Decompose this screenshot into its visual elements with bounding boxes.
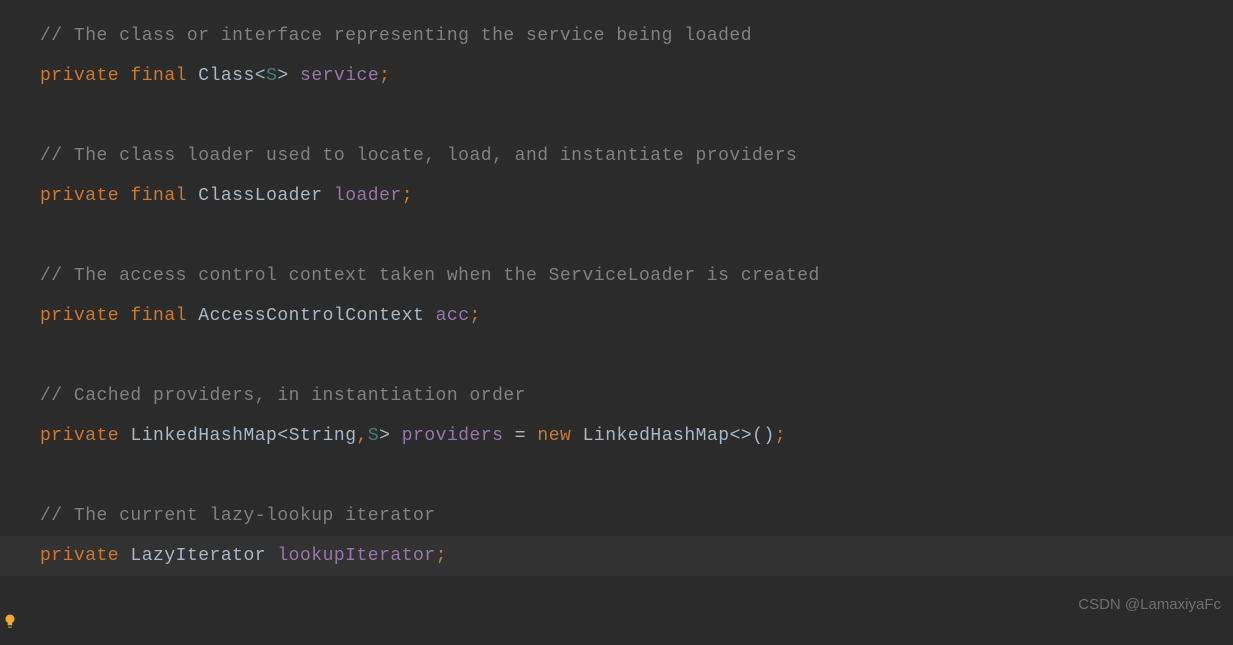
code-token: service	[300, 66, 379, 86]
code-token	[119, 66, 130, 86]
code-token: ;	[402, 186, 413, 206]
code-token: // The class or interface representing t…	[40, 26, 752, 46]
code-token	[571, 426, 582, 446]
code-token: // The current lazy-lookup iterator	[40, 506, 436, 526]
intention-bulb-icon[interactable]	[2, 605, 18, 621]
code-line[interactable]: private final Class<S> service;	[40, 56, 1233, 96]
code-token: // The access control context taken when…	[40, 266, 820, 286]
code-token: ClassLoader	[198, 186, 322, 206]
code-token: final	[130, 66, 187, 86]
code-line[interactable]	[40, 456, 1233, 496]
code-token	[187, 306, 198, 326]
code-token: LinkedHashMap	[583, 426, 730, 446]
code-token: Class	[198, 66, 255, 86]
code-line[interactable]	[40, 96, 1233, 136]
code-token: new	[537, 426, 571, 446]
code-token: String	[289, 426, 357, 446]
code-token: <	[255, 66, 266, 86]
code-line[interactable]	[40, 336, 1233, 376]
code-token: private	[40, 186, 119, 206]
code-token: S	[368, 426, 379, 446]
code-token	[119, 546, 130, 566]
code-token	[266, 546, 277, 566]
code-token	[187, 186, 198, 206]
code-token: // Cached providers, in instantiation or…	[40, 386, 526, 406]
code-token: AccessControlContext	[198, 306, 424, 326]
code-token: private	[40, 546, 119, 566]
code-line[interactable]: private final AccessControlContext acc;	[40, 296, 1233, 336]
code-token: >	[379, 426, 390, 446]
code-line[interactable]: // The class or interface representing t…	[40, 16, 1233, 56]
code-token	[424, 306, 435, 326]
code-token	[289, 66, 300, 86]
code-line[interactable]: private final ClassLoader loader;	[40, 176, 1233, 216]
code-token: providers	[402, 426, 504, 446]
code-token: >	[277, 66, 288, 86]
code-token: =	[515, 426, 526, 446]
code-line[interactable]: // The class loader used to locate, load…	[40, 136, 1233, 176]
code-token	[526, 426, 537, 446]
code-token: <	[277, 426, 288, 446]
code-token: loader	[334, 186, 402, 206]
code-token	[119, 186, 130, 206]
code-token	[119, 426, 130, 446]
code-token: <>()	[730, 426, 775, 446]
code-line[interactable]: // The access control context taken when…	[40, 256, 1233, 296]
code-token: ,	[357, 426, 368, 446]
code-token: private	[40, 426, 119, 446]
code-token: lookupIterator	[277, 546, 435, 566]
code-token: S	[266, 66, 277, 86]
code-line[interactable]: private LinkedHashMap<String,S> provider…	[40, 416, 1233, 456]
watermark-text: CSDN @LamaxiyaFc	[1078, 585, 1221, 625]
code-line[interactable]	[40, 216, 1233, 256]
code-token	[323, 186, 334, 206]
code-token: ;	[436, 546, 447, 566]
code-token	[187, 66, 198, 86]
code-token: private	[40, 306, 119, 326]
code-token: // The class loader used to locate, load…	[40, 146, 797, 166]
code-line[interactable]: // The current lazy-lookup iterator	[40, 496, 1233, 536]
code-token: LinkedHashMap	[130, 426, 277, 446]
code-token: final	[130, 186, 187, 206]
code-token: LazyIterator	[130, 546, 266, 566]
code-token	[503, 426, 514, 446]
code-token	[119, 306, 130, 326]
code-editor[interactable]: // The class or interface representing t…	[0, 0, 1233, 576]
code-line[interactable]: private LazyIterator lookupIterator;	[0, 536, 1233, 576]
code-token	[390, 426, 401, 446]
code-token: ;	[775, 426, 786, 446]
code-token: ;	[470, 306, 481, 326]
code-line[interactable]: // Cached providers, in instantiation or…	[40, 376, 1233, 416]
code-token: ;	[379, 66, 390, 86]
code-token: private	[40, 66, 119, 86]
code-token: final	[130, 306, 187, 326]
code-token: acc	[436, 306, 470, 326]
